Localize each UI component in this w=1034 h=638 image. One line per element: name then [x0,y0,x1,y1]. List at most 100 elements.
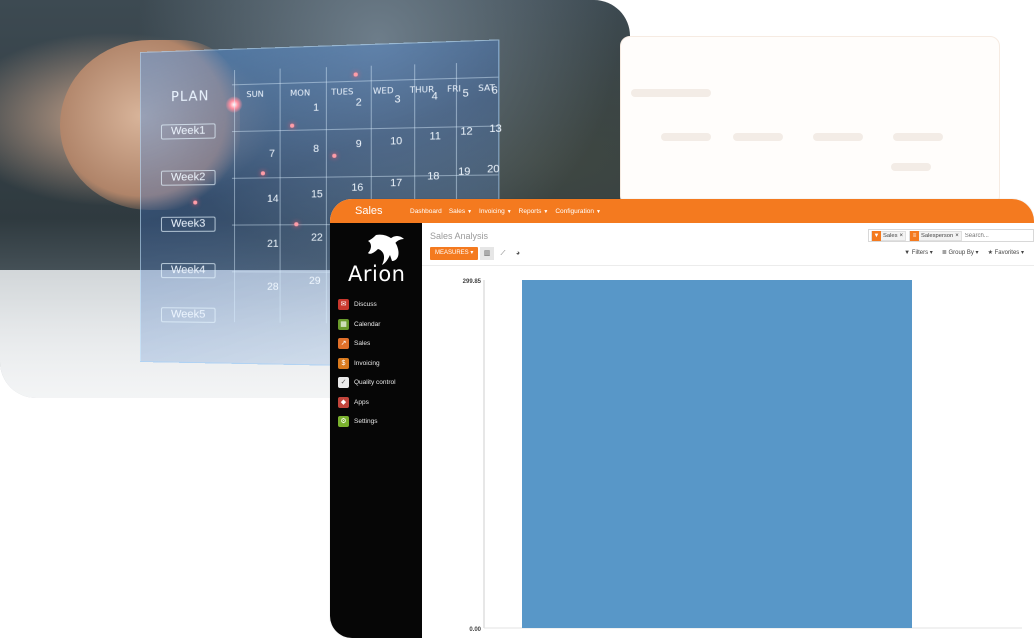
group-icon: ≡ [910,230,920,241]
placeholder-bar [813,133,863,141]
nav-configuration[interactable]: Configuration ▼ [555,208,601,215]
weekday-label: SUN [246,89,264,100]
filter-label: Favorites [994,250,1020,256]
search-input[interactable] [964,232,1005,239]
calendar-icon: ▦ [338,318,349,330]
search-bar[interactable]: ▼ Sales × ≡ Salesperson × [868,229,1034,242]
caret-down-icon: ▼ [596,208,601,215]
nav-dashboard[interactable]: Dashboard [410,208,442,215]
line-chart-view-icon[interactable]: ⟋ [496,247,510,260]
sidebar-item-apps[interactable]: ◆ Apps [338,393,422,413]
remove-facet-button[interactable]: × [955,233,961,239]
sidebar-item-settings[interactable]: ⚙ Settings [338,412,422,432]
sidebar-item-label: Sales [354,340,371,348]
sales-bar-chart: 299.85 0.00 [463,279,1022,633]
measures-label: MEASURES [435,250,469,256]
app-menu: ✉ Discuss ▦ Calendar ↗ Sales $ Invoicing… [338,295,422,432]
apps-icon: ◆ [338,396,349,408]
group-by-dropdown[interactable]: ≣ Group By ▾ [942,249,979,256]
top-navbar: Sales Dashboard Sales ▼ Invoicing ▼ Report… [330,199,1034,223]
sales-icon: ↗ [338,338,349,350]
sidebar-item-label: Invoicing [354,359,380,367]
date-number: 7 [269,148,275,160]
toolbar-divider [422,265,1034,266]
sparkle-dot [193,200,198,205]
sidebar-item-label: Discuss [354,301,377,309]
weekday-label: MON [290,88,311,99]
nav-label: Invoicing [479,207,505,215]
placeholder-bar [733,133,783,141]
sidebar-item-label: Calendar [354,320,381,328]
date-number: 8 [313,143,320,156]
date-number: 28 [267,281,279,293]
caret-down-icon: ▼ [467,208,473,215]
y-tick-label: 299.85 [463,279,482,285]
date-number: 5 [462,88,469,100]
date-number: 4 [431,90,438,103]
remove-facet-button[interactable]: × [900,233,906,239]
placeholder-bar [661,133,711,141]
main-menu: Dashboard Sales ▼ Invoicing ▼ Reports ▼ Con… [410,208,601,215]
sidebar-item-quality-control[interactable]: ✓ Quality control [338,373,422,393]
week-label: Week1 [160,123,216,140]
date-number: 29 [308,275,321,288]
sales-app-window: Sales Dashboard Sales ▼ Invoicing ▼ Report… [330,199,1034,638]
date-number: 22 [311,232,323,244]
star-icon: ★ [987,250,993,256]
week-label: Week3 [160,216,216,232]
group-by-icon: ≣ [941,250,947,256]
date-number: 10 [390,135,403,148]
sidebar-item-sales[interactable]: ↗ Sales [338,334,422,354]
measures-button[interactable]: MEASURES ▾ [430,247,479,260]
placeholder-bar [893,133,943,141]
plan-label: PLAN [170,89,210,106]
filter-icon: ▼ [904,250,911,256]
date-number: 12 [460,126,473,138]
weekday-label: THUR [409,84,435,95]
search-facet-salesperson: ≡ Salesperson × [909,230,962,241]
nav-label: Dashboard [410,207,442,215]
nav-invoicing[interactable]: Invoicing ▼ [479,208,512,215]
weekday-label: WED [372,85,394,96]
sidebar: Arion ✉ Discuss ▦ Calendar ↗ Sales $ Inv… [330,223,422,638]
nav-sales[interactable]: Sales ▼ [449,208,472,215]
date-number: 21 [267,238,279,250]
bar-chart-view-icon[interactable]: ▥ [480,247,494,260]
pie-chart-view-icon[interactable]: ◕ [511,247,525,260]
sidebar-item-label: Apps [354,398,369,406]
sidebar-item-label: Settings [354,418,378,426]
favorites-dropdown[interactable]: ★ Favorites ▾ [988,249,1024,256]
y-tick-label: 0.00 [469,627,481,633]
nav-label: Reports [518,207,542,215]
sidebar-item-discuss[interactable]: ✉ Discuss [338,295,422,315]
caret-down-icon: ▼ [506,208,512,215]
week-label: Week5 [160,307,216,323]
app-title: Sales [355,205,383,217]
date-number: 13 [489,123,502,136]
sidebar-item-invoicing[interactable]: $ Invoicing [338,354,422,374]
week-label: Week4 [160,263,216,279]
calendar-gridline [325,67,327,324]
date-number: 9 [355,138,362,151]
filters-dropdown[interactable]: ▼ Filters ▾ [904,249,933,256]
main-content: Sales Analysis ▼ Sales × ≡ Salesperson ×… [422,223,1034,638]
calendar-gridline [231,125,499,133]
filter-icon: ▼ [872,230,881,241]
search-facet-sales: ▼ Sales × [871,230,907,241]
date-number: 14 [267,193,279,205]
sparkle-dot [290,123,295,128]
logo-text: Arion [348,262,406,286]
date-number: 2 [355,97,362,109]
date-number: 16 [351,182,364,194]
calendar-gridline [234,70,236,323]
date-number: 1 [313,102,320,114]
chart-bar[interactable] [522,280,912,628]
date-number: 6 [491,85,498,97]
placeholder-bar [631,89,711,97]
nav-label: Sales [448,207,466,215]
nav-reports[interactable]: Reports ▼ [519,208,549,215]
date-number: 11 [429,130,441,143]
quality-control-icon: ✓ [338,377,349,389]
placeholder-bar [891,163,931,171]
sidebar-item-calendar[interactable]: ▦ Calendar [338,315,422,335]
